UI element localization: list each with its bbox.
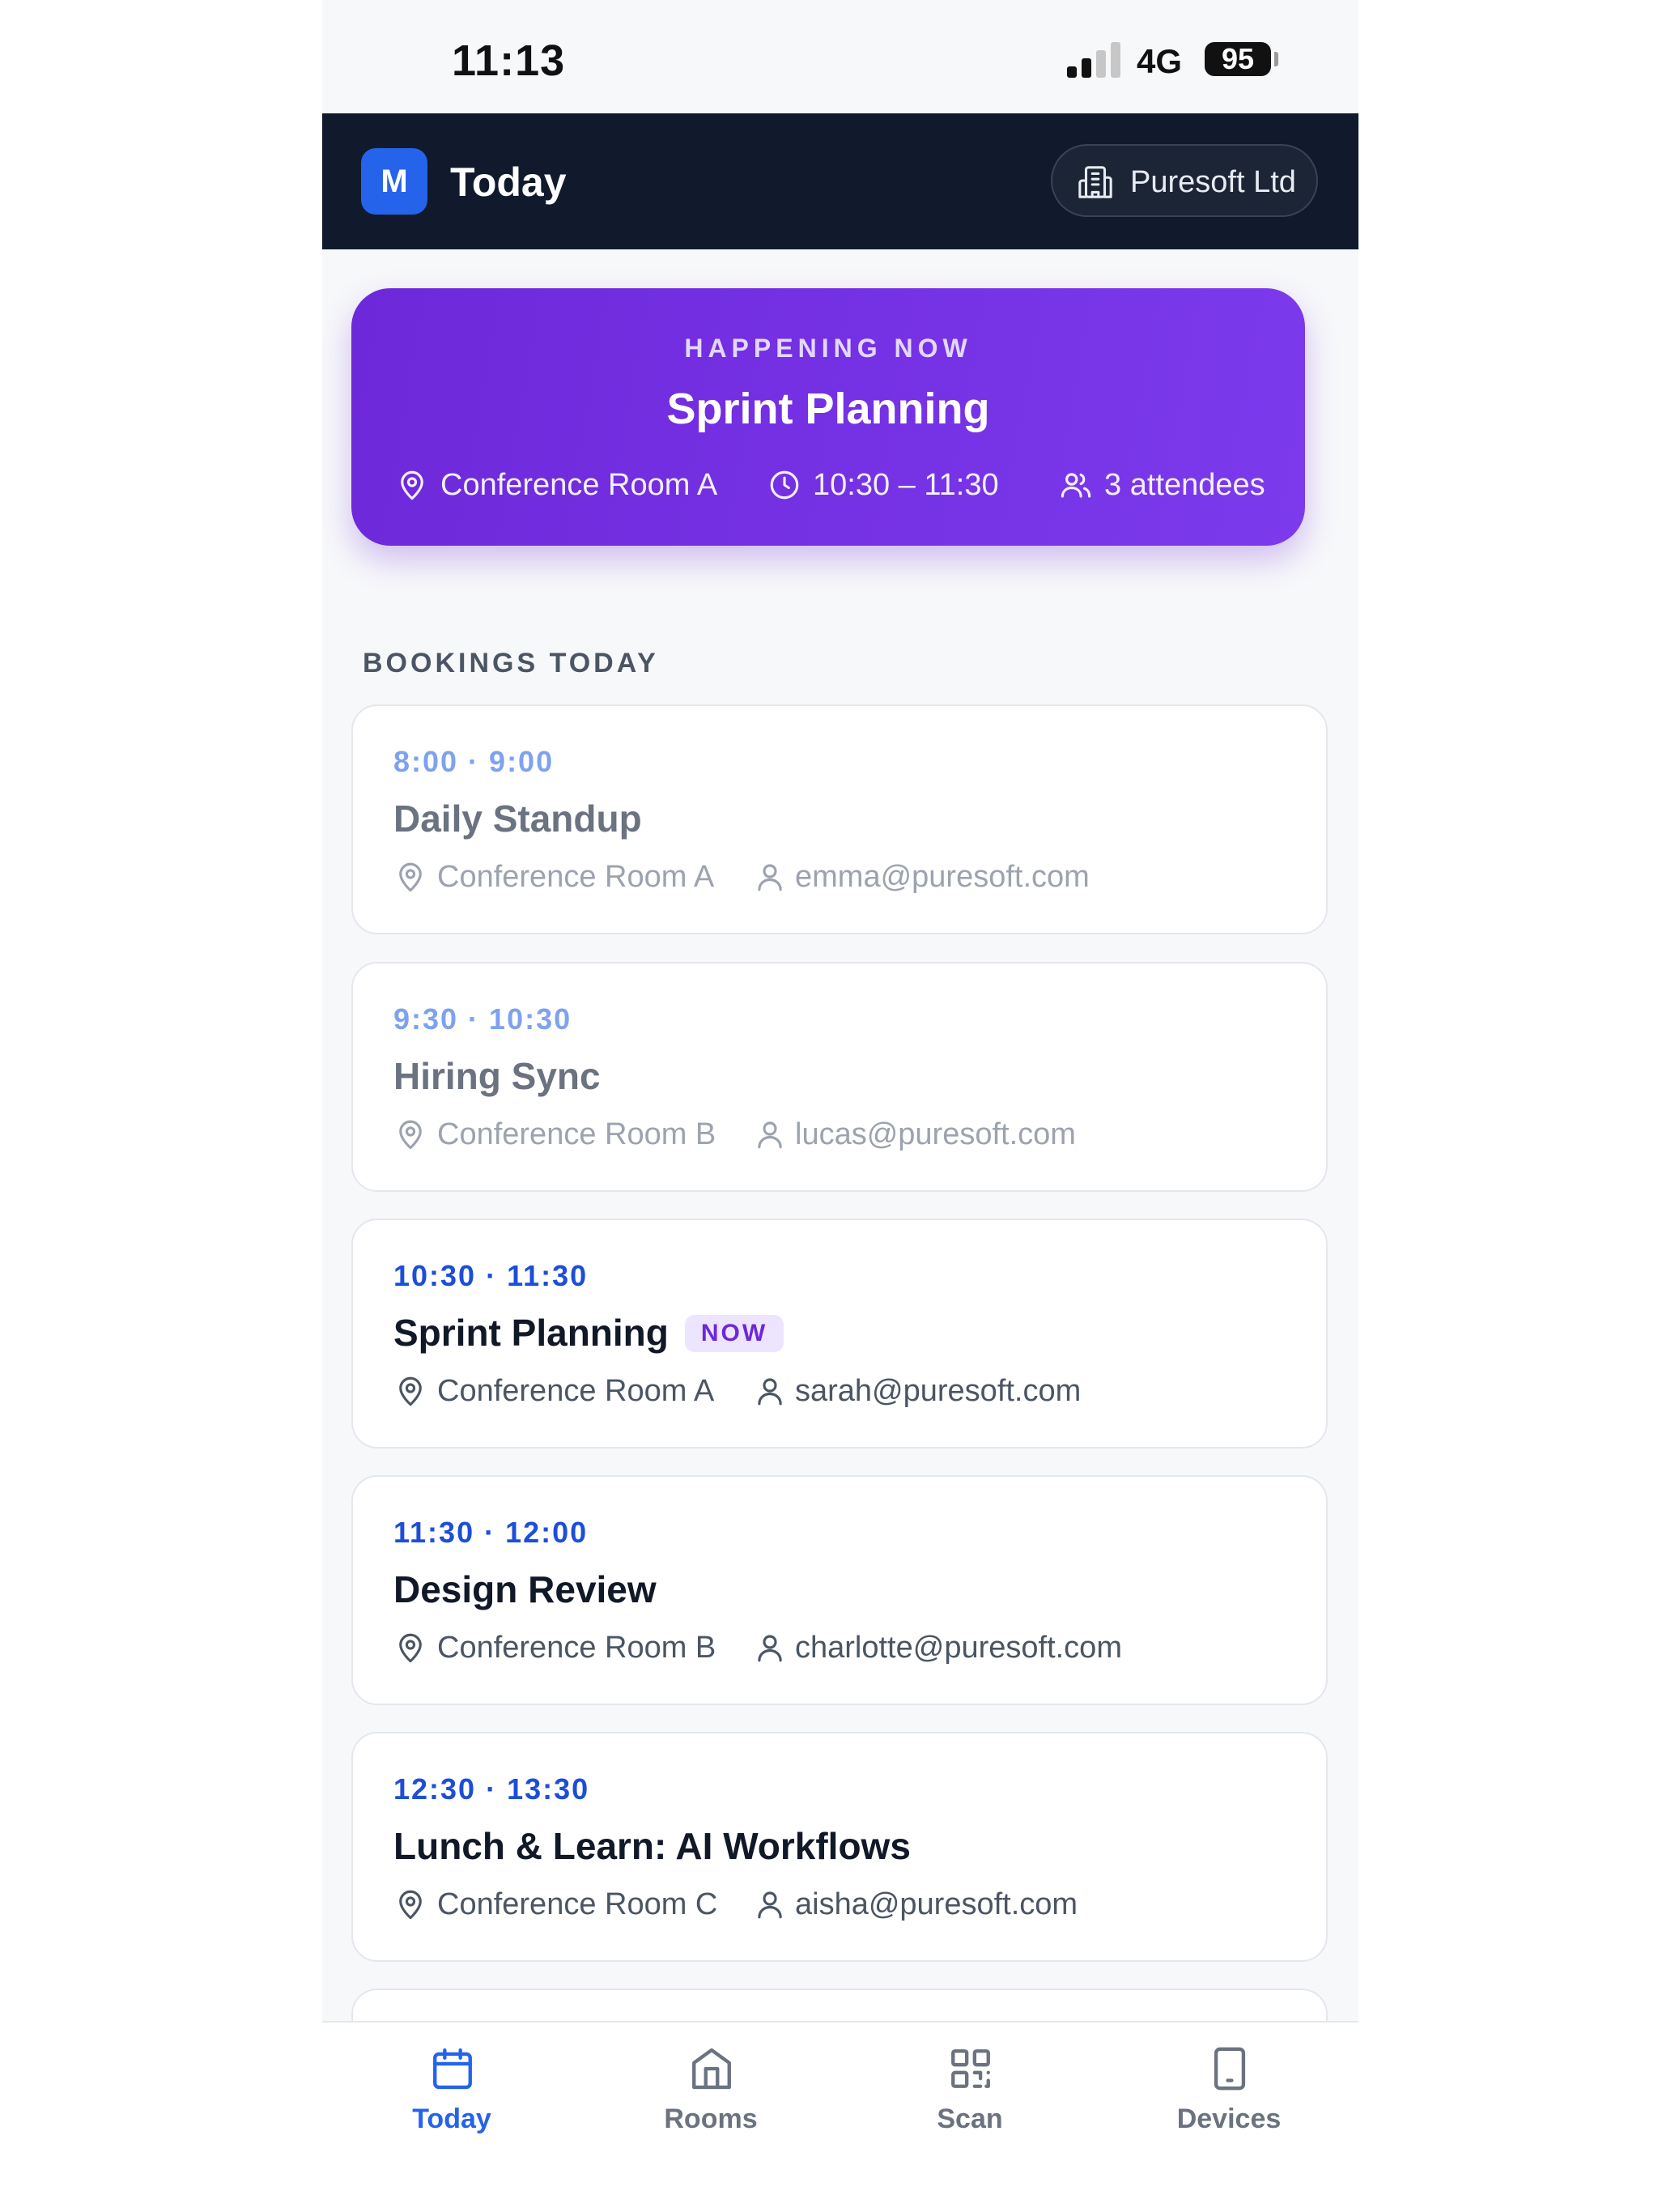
tab-scan-label: Scan [937,2104,1003,2134]
booking-time: 9:30 · 10:30 [393,1002,572,1036]
battery-tip [1274,52,1278,66]
booking-organizer: sarah@puresoft.com [795,1374,1082,1408]
booking-card[interactable]: 8:00 · 9:00 Daily Standup Conference Roo… [351,704,1328,934]
booking-card[interactable]: 12:30 · 13:30 Lunch & Learn: AI Workflow… [351,1732,1328,1962]
booking-time: 11:30 · 12:00 [393,1516,589,1549]
booking-room: Conference Room A [437,1374,715,1408]
tab-rooms-label: Rooms [664,2104,758,2134]
person-icon [758,1891,782,1919]
booking-card[interactable]: 11:30 · 12:00 Design Review Conference R… [351,1475,1328,1705]
person-icon [758,864,782,891]
status-time: 11:13 [452,36,566,85]
booking-organizer: lucas@puresoft.com [795,1117,1076,1151]
booking-title: Sprint Planning NOW [393,1311,784,1355]
tab-devices[interactable]: Devices [1099,2023,1358,2184]
booking-title: Lunch & Learn: AI Workflows [393,1825,911,1867]
status-bar: 11:13 4G 95 [322,0,1358,113]
happening-now-room: Conference Room A [395,462,735,507]
location-pin-icon [399,1633,422,1663]
network-type: 4G [1137,42,1183,80]
battery-icon: 95 [1205,42,1271,76]
location-pin-icon [401,470,423,500]
app-header: M Today Puresoft Ltd [322,113,1358,249]
app-screen: 11:13 4G 95 M Today Puresoft Ltd HAPPENI… [322,0,1358,2212]
tab-today-label: Today [412,2104,491,2134]
booking-organizer: charlotte@puresoft.com [795,1631,1122,1665]
booking-card-current[interactable]: 10:30 · 11:30 Sprint Planning NOW Confere… [351,1219,1328,1448]
building-icon [1078,166,1112,198]
tab-devices-label: Devices [1176,2104,1282,2134]
booking-room: Conference Room A [437,860,715,894]
tab-rooms[interactable]: Rooms [581,2023,840,2184]
booking-time: 12:30 · 13:30 [393,1772,590,1806]
person-icon [758,1121,782,1149]
app-logo: M [361,148,427,215]
booking-title: Design Review [393,1568,657,1610]
booking-time: 8:00 · 9:00 [393,745,555,778]
booking-room: Conference Room C [437,1887,718,1921]
booking-room: Conference Room B [437,1117,716,1151]
booking-organizer: emma@puresoft.com [795,860,1090,894]
happening-now-time: 10:30 – 11:30 [767,462,1035,507]
qr-code-icon [951,2049,990,2088]
booking-title: Hiring Sync [393,1055,601,1097]
signal-strength-icon [1067,40,1122,78]
happening-now-label: HAPPENING NOW [684,334,972,363]
bookings-section-title: BOOKINGS TODAY [363,648,659,678]
organization-name: Puresoft Ltd [1130,165,1296,199]
location-pin-icon [399,1890,422,1920]
location-pin-icon [399,862,422,892]
organization-switcher[interactable]: Puresoft Ltd [1051,144,1318,217]
happening-now-card[interactable]: HAPPENING NOW Sprint Planning Conference… [351,288,1305,546]
person-icon [758,1635,782,1662]
person-icon [758,1378,782,1406]
people-icon [1061,473,1091,498]
tab-scan[interactable]: Scan [840,2023,1099,2184]
building-door-icon [692,2048,731,2090]
booking-time: 10:30 · 11:30 [393,1259,589,1292]
happening-now-attendees: 3 attendees [1059,462,1294,507]
location-pin-icon [399,1376,422,1406]
clock-icon [770,470,799,500]
tab-today[interactable]: Today [322,2023,581,2184]
now-badge: NOW [684,1315,784,1352]
tablet-icon [1214,2047,1246,2091]
booking-room: Conference Room B [437,1631,716,1665]
booking-card[interactable]: 9:30 · 10:30 Hiring Sync Conference Room… [351,962,1328,1192]
booking-organizer: aisha@puresoft.com [795,1887,1078,1921]
location-pin-icon [399,1120,422,1150]
page-title: Today [450,160,567,205]
happening-now-title: Sprint Planning [666,385,990,433]
calendar-icon [433,2048,472,2090]
bottom-tab-bar: Today Rooms Scan Devices [322,2021,1358,2212]
booking-title: Daily Standup [393,798,642,840]
